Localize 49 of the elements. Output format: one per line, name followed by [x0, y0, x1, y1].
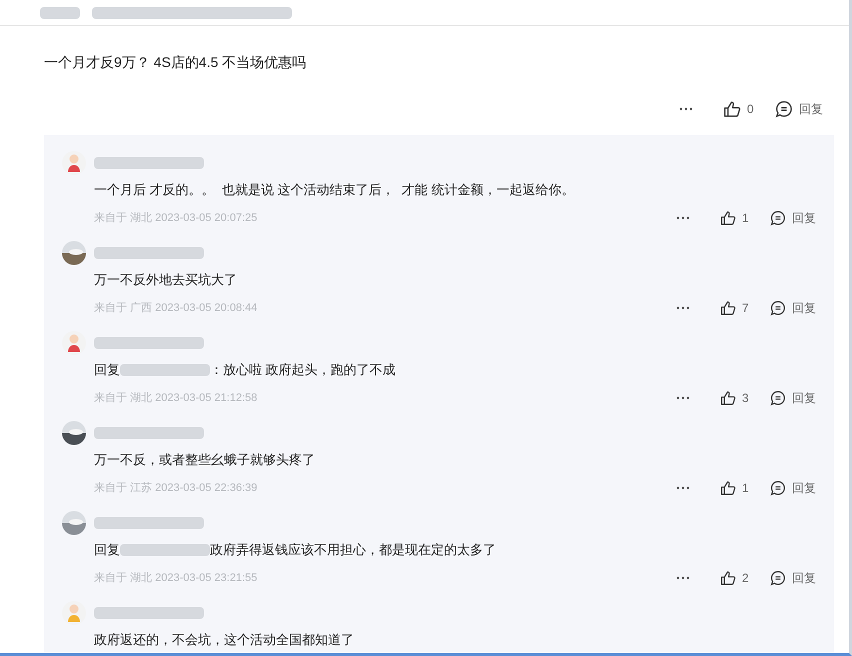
more-icon[interactable]: [676, 486, 690, 490]
reply-text: 政府弄得返钱应该不用担心，都是现在定的太多了: [210, 541, 496, 560]
avatar[interactable]: [62, 241, 86, 265]
redacted-name: [40, 6, 80, 18]
like-count: 1: [742, 480, 750, 497]
thumbs-up-icon[interactable]: [720, 480, 736, 496]
more-icon[interactable]: [676, 216, 690, 220]
comment-body: 政府返还的，不会坑，这个活动全国都知道了: [94, 631, 354, 650]
more-icon[interactable]: [676, 396, 690, 400]
thumbs-up-icon[interactable]: [720, 390, 736, 406]
comment-icon[interactable]: [770, 390, 786, 406]
reply-button[interactable]: 回复: [770, 479, 816, 497]
comment-icon[interactable]: [770, 300, 786, 316]
avatar[interactable]: [62, 151, 86, 175]
thumbs-up-icon[interactable]: [720, 300, 736, 316]
reply-button[interactable]: 回复: [775, 100, 823, 118]
thumbs-up-icon[interactable]: [723, 100, 741, 118]
comment-body: 万一不反，或者整些幺蛾子就够头疼了: [94, 451, 315, 470]
comment-meta: 来自于 广西 2023-03-05 20:08:44: [94, 300, 258, 316]
comment-meta: 来自于 湖北 2023-03-05 20:07:25: [94, 210, 258, 226]
avatar[interactable]: [62, 421, 86, 445]
like-count: 2: [742, 570, 750, 587]
like-count: 3: [742, 390, 750, 407]
reply-text: ：放心啦 政府起头，跑的了不成: [210, 361, 396, 380]
reply-label: 回复: [94, 361, 120, 380]
comment-icon[interactable]: [770, 480, 786, 496]
comment-icon[interactable]: [775, 100, 793, 118]
comment-meta: 来自于 湖北 2023-03-05 21:12:58: [94, 390, 258, 406]
like-count: 0: [747, 101, 755, 118]
more-icon[interactable]: [676, 306, 690, 310]
post-text: 一个月才反9万？ 4S店的4.5 不当场优惠吗: [44, 53, 308, 72]
reply-button[interactable]: 回复: [770, 569, 816, 587]
comment-meta: 来自于 湖北 2023-03-05 23:21:55: [94, 570, 258, 586]
like-count: 1: [742, 210, 750, 227]
comment-body: 一个月后 才反的。。 也就是说 这个活动结束了后， 才能 统计金额，一起返给你。: [94, 181, 574, 200]
comment-icon[interactable]: [770, 570, 786, 586]
comment-body: 万一不反外地去买坑大了: [94, 271, 237, 290]
comment-meta: 来自于 江苏 2023-03-05 22:36:39: [94, 480, 258, 496]
thumbs-up-icon[interactable]: [720, 570, 736, 586]
reply-button[interactable]: 回复: [770, 299, 816, 317]
thumbs-up-icon[interactable]: [720, 210, 736, 226]
more-icon[interactable]: [676, 576, 690, 580]
reply-label: 回复: [94, 541, 120, 560]
avatar[interactable]: [62, 331, 86, 355]
reply-button[interactable]: 回复: [770, 209, 816, 227]
more-icon[interactable]: [679, 107, 693, 111]
comment-icon[interactable]: [770, 210, 786, 226]
like-count: 7: [742, 300, 750, 317]
reply-button[interactable]: 回复: [770, 389, 816, 407]
